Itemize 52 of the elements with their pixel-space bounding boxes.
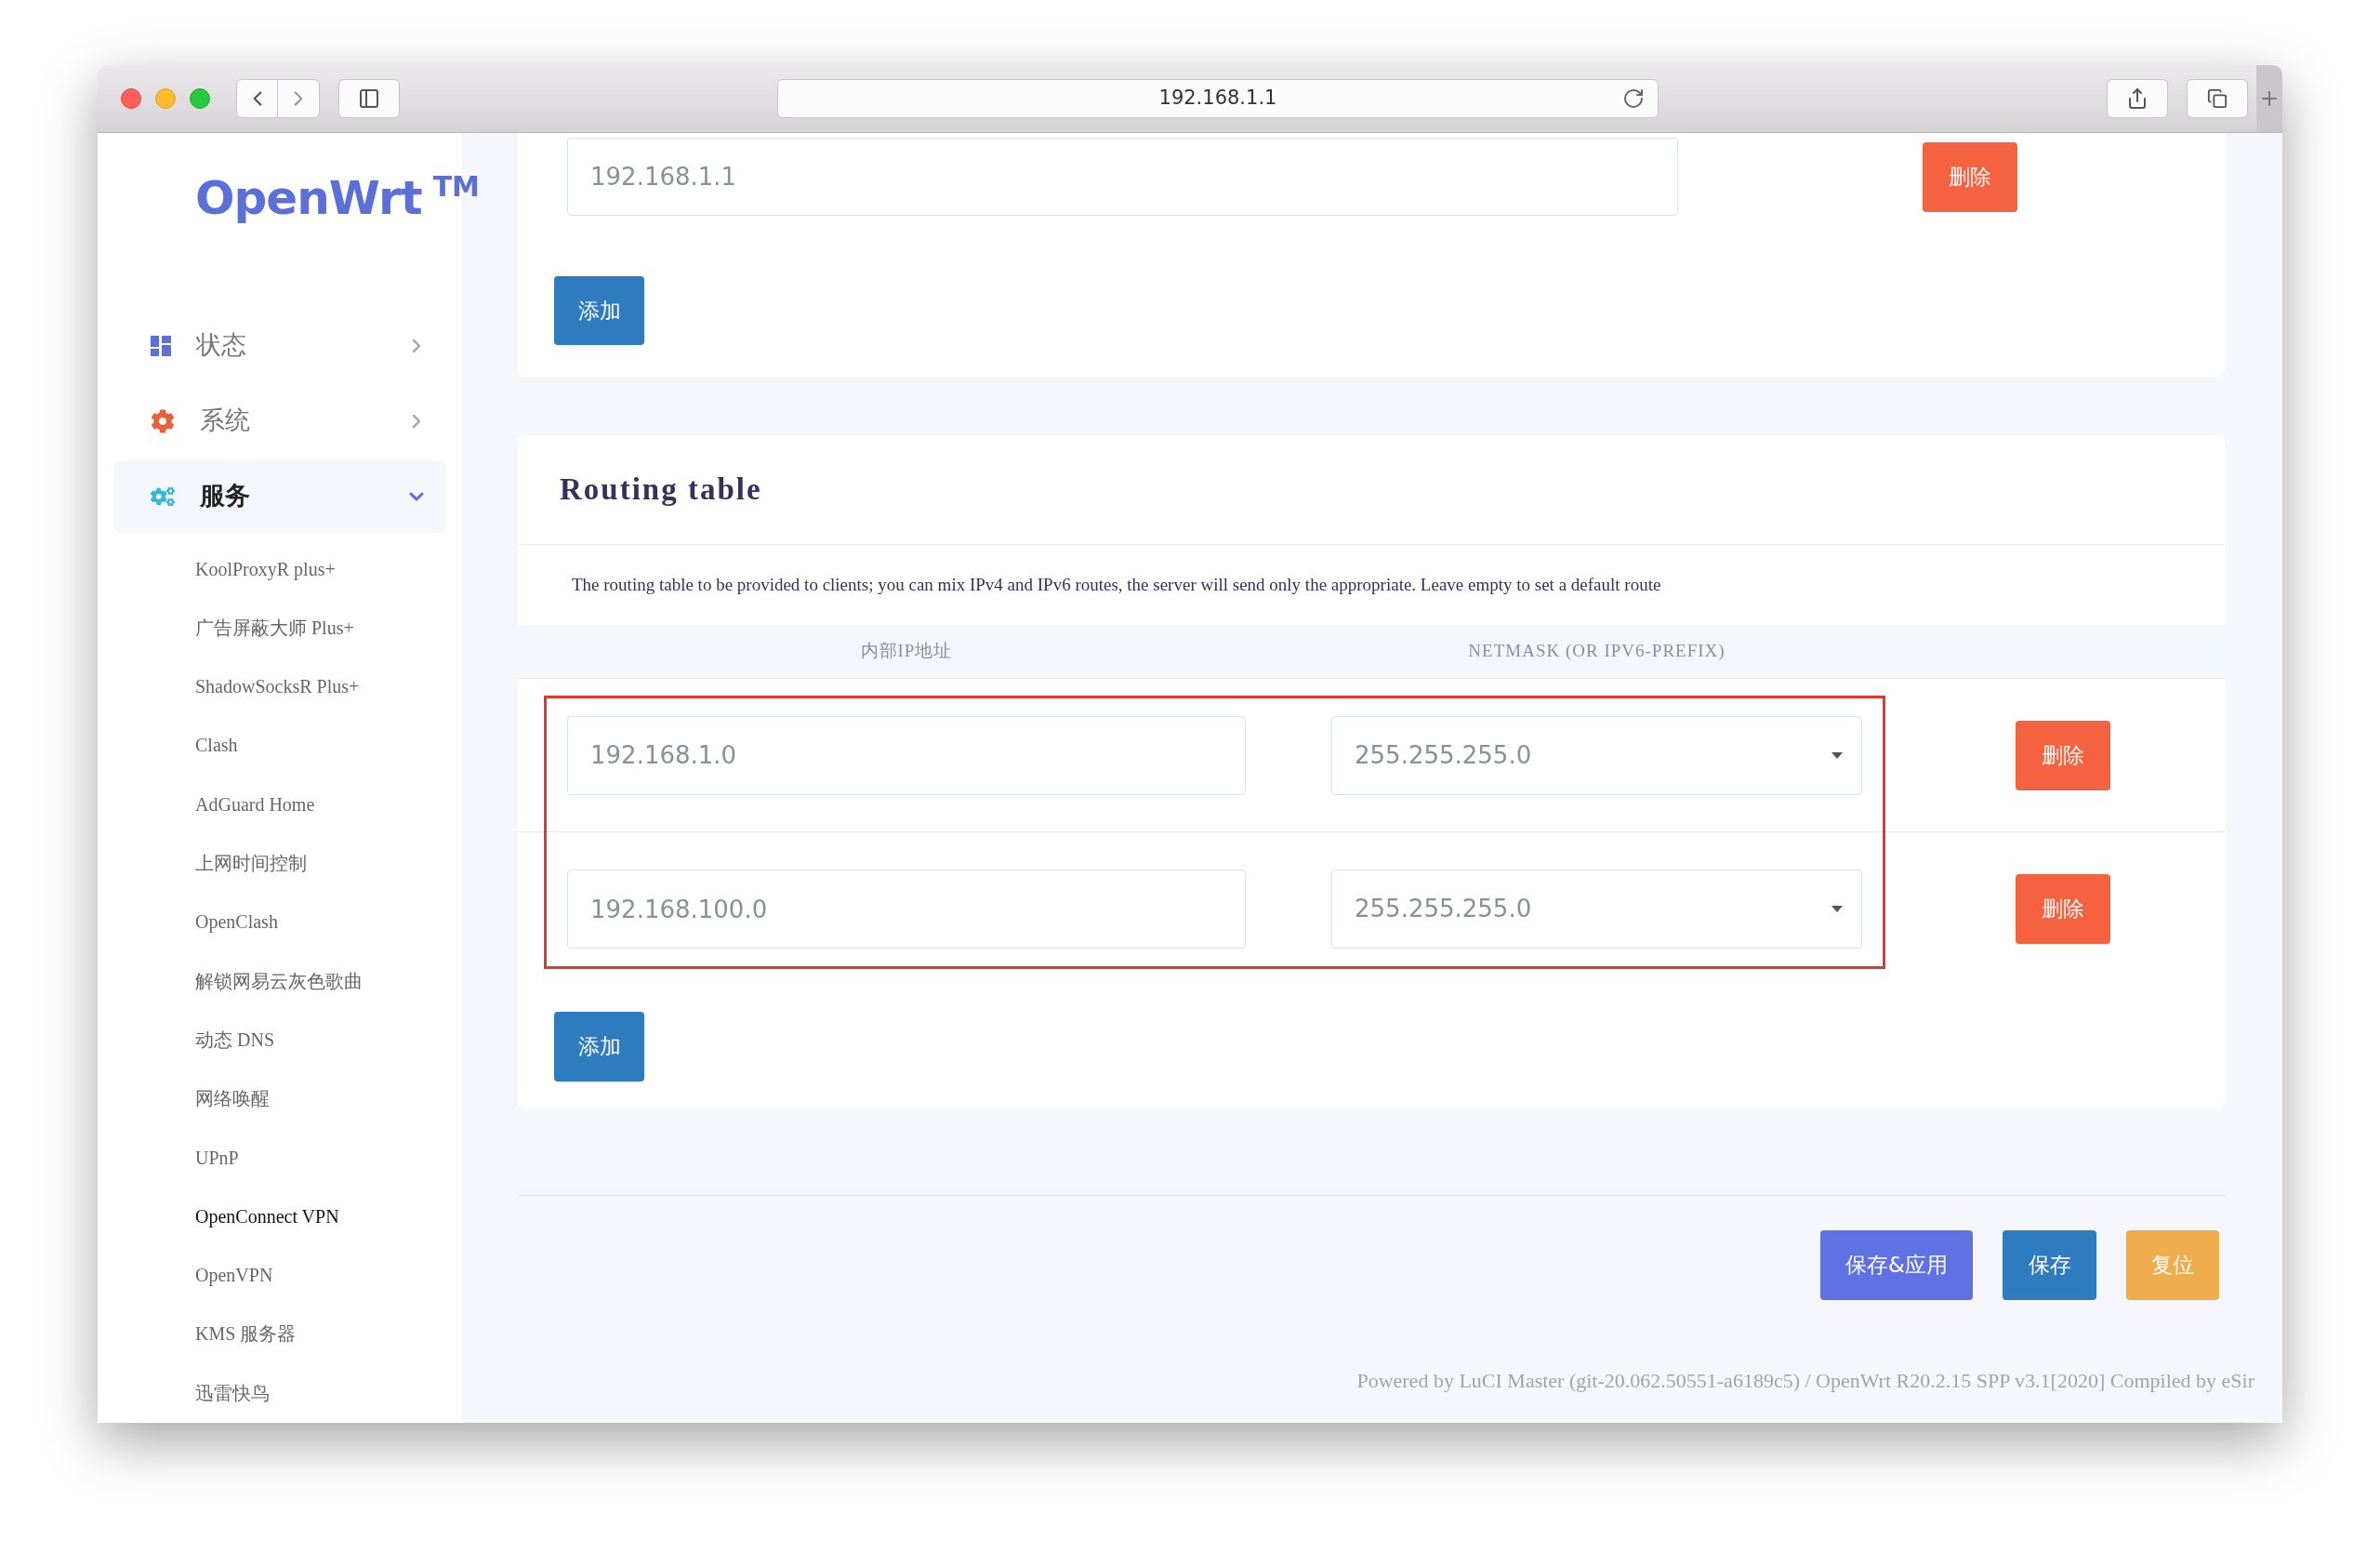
sidebar-icon [358,87,380,110]
submenu-item[interactable]: KMS 服务器 [98,1305,462,1364]
footer-text: Powered by LuCI Master (git-20.062.50551-a6189c5) / OpenWrt R20.2.15 SPP v3.1[2020] Compiled by eSir [1356,1368,2254,1394]
save-apply-button[interactable]: 保存&应用 [1820,1230,1973,1300]
submenu-item[interactable]: AdGuard Home [98,775,462,835]
description: The routing table to be provided to clients; you can mix IPv4 and IPv6 routes, the server will send only the appropriate. Leave empty to set a default route [572,573,1661,596]
section-title: Routing table [560,471,762,508]
share-icon [2126,87,2149,110]
submenu-item[interactable]: 动态 DNS [98,1010,462,1070]
dropdown[interactable]: 255.255.255.0 [1331,869,1862,949]
input-field[interactable]: 192.168.1.0 [567,715,1246,795]
input-field[interactable]: 192.168.1.1 [567,138,1678,216]
menu-item[interactable]: 状态 [113,309,446,382]
submenu-item[interactable]: OpenVPN [98,1246,462,1306]
button[interactable]: 添加 [554,276,644,345]
submenu-item[interactable]: 广告屏蔽大师 Plus+ [98,598,462,658]
input-field[interactable]: 192.168.100.0 [567,869,1246,949]
tabs-button[interactable] [2187,79,2248,118]
column-header: NETMASK (OR IPV6-PREFIX) [1467,640,1726,663]
new-tab-button[interactable] [2256,65,2282,132]
submenu-item[interactable]: 迅雷快鸟 [98,1363,462,1423]
submenu-item[interactable]: KoolProxyR plus+ [98,539,462,599]
close-icon[interactable] [121,88,141,109]
trademark-mark: TM [432,173,480,201]
submenu-item[interactable]: 上网时间控制 [98,834,462,894]
submenu-item[interactable]: UPnP [98,1128,462,1188]
gear-icon [151,408,175,433]
reload-icon[interactable] [1622,87,1645,110]
submenu-item[interactable]: Clash [98,716,462,776]
submenu-item[interactable]: OpenConnect VPN [98,1187,462,1247]
address-bar[interactable]: 192.168.1.1 [777,79,1659,118]
menu-item[interactable]: 服务 [113,459,446,533]
maximize-icon[interactable] [190,88,210,109]
submenu-item[interactable]: 解锁网易云灰色歌曲 [98,951,462,1011]
button[interactable]: 删除 [2016,874,2110,944]
share-button[interactable] [2107,79,2168,118]
submenu-item[interactable]: ShadowSocksR Plus+ [98,657,462,717]
dropdown[interactable]: 255.255.255.0 [1331,715,1862,795]
logo: OpenWrt [195,175,422,221]
button[interactable]: 删除 [2016,720,2110,790]
button[interactable]: 添加 [554,1012,644,1082]
caret-icon [1831,906,1843,912]
tabs-icon [2207,88,2228,109]
submenu-item[interactable]: OpenClash [98,893,462,952]
column-header: 内部IP地址 [859,640,954,663]
save-button[interactable]: 保存 [2003,1230,2096,1300]
button[interactable]: 删除 [1923,141,2017,212]
caret-icon [1831,751,1843,759]
submenu-item[interactable]: 网络唤醒 [98,1069,462,1129]
menu-item[interactable]: 系统 [113,384,446,458]
grid-icon [151,335,171,356]
sidebar-button[interactable] [338,79,400,118]
